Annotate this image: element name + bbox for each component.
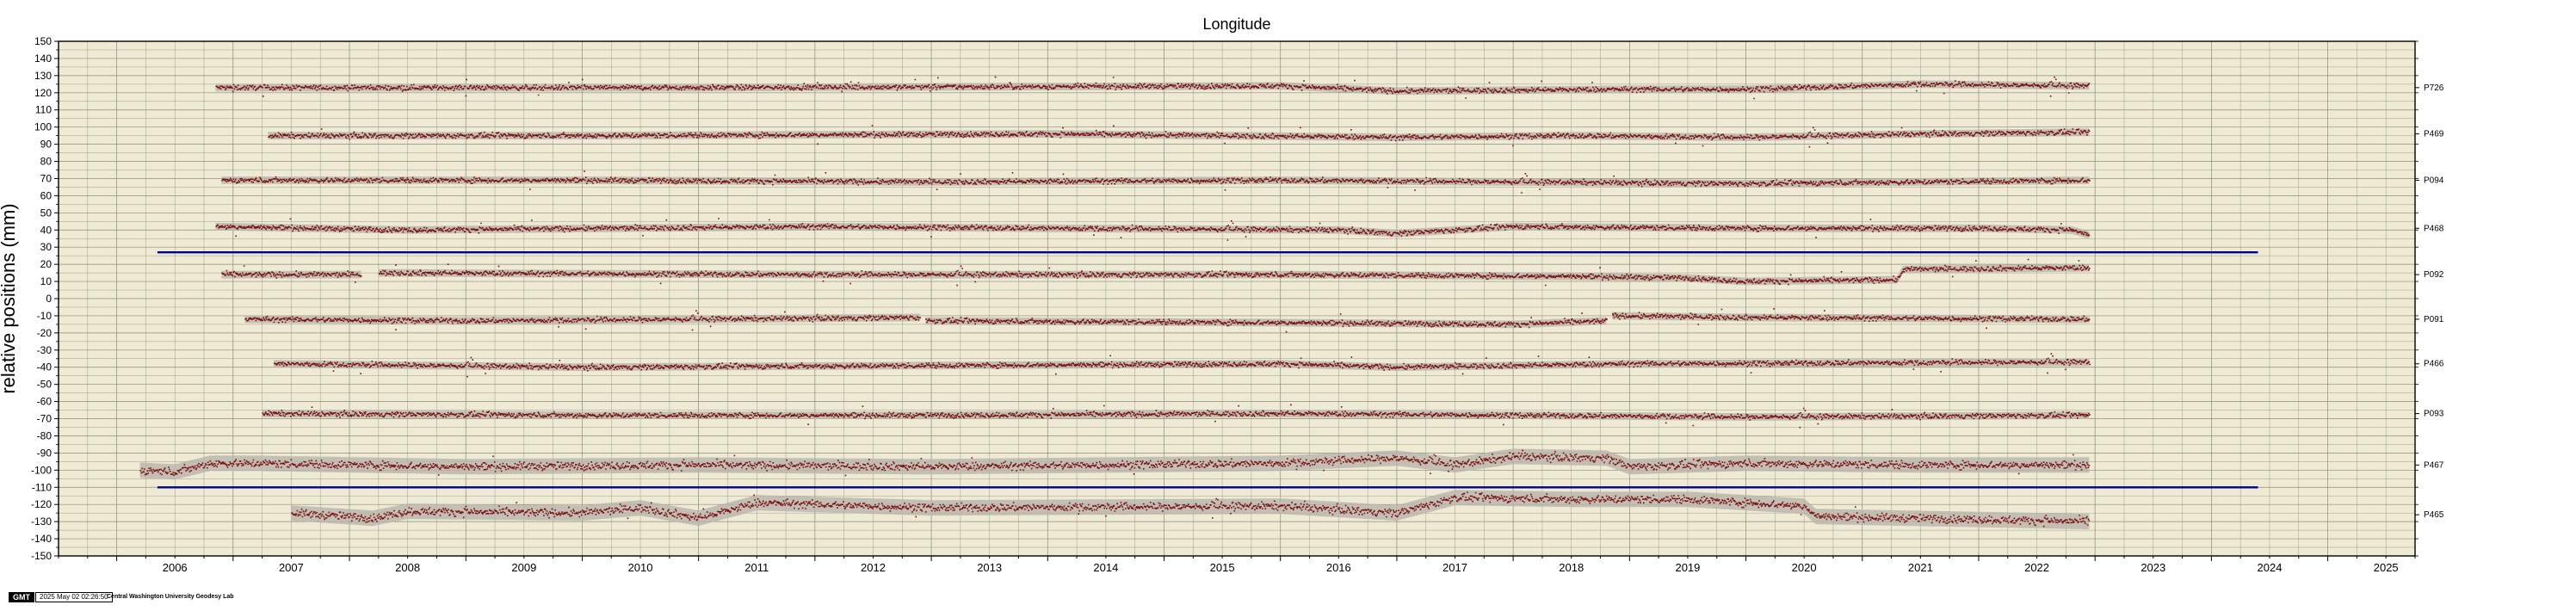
- station-label: P466: [2424, 360, 2444, 369]
- station-label: P469: [2424, 130, 2444, 139]
- x-tick-label: 2023: [2140, 561, 2165, 574]
- chart-title: Longitude: [1202, 15, 1270, 33]
- y-tick-label: 100: [34, 121, 52, 133]
- y-tick-label: -10: [37, 310, 53, 322]
- y-tick-label: 130: [34, 70, 52, 82]
- y-tick-label: -80: [37, 429, 53, 441]
- gmt-logo: GMT: [9, 592, 34, 602]
- x-tick-label: 2025: [2374, 561, 2399, 574]
- y-tick-label: 50: [40, 207, 53, 219]
- y-tick-label: -30: [37, 344, 53, 356]
- x-tick-label: 2022: [2024, 561, 2049, 574]
- x-tick-label: 2024: [2258, 561, 2283, 574]
- x-tick-label: 2020: [1792, 561, 1817, 574]
- grid-lines: [58, 40, 2416, 557]
- station-label: P092: [2424, 270, 2444, 280]
- y-tick-label: 30: [40, 241, 53, 253]
- x-tick-label: 2012: [861, 561, 886, 574]
- y-tick-label: 120: [34, 87, 52, 99]
- y-tick-label: 140: [34, 52, 52, 65]
- chart-root: P726 P469 P094 P468 P092 P091 P466 P093 P467 P465…: [0, 0, 2576, 607]
- station-label: P465: [2424, 510, 2444, 520]
- y-tick-label: -110: [32, 481, 52, 493]
- y-tick-label: -60: [37, 396, 53, 408]
- x-tick-label: 2015: [1210, 561, 1235, 574]
- station-label: P091: [2424, 315, 2444, 324]
- x-tick-label: 2021: [1908, 561, 1933, 574]
- station-label: P468: [2424, 224, 2444, 233]
- x-tick-label: 2018: [1559, 561, 1584, 574]
- x-axis: 2006 2007 2008 2009 2010 2011 2012 2013 2014 2015…: [58, 556, 2416, 574]
- y-tick-label: 70: [40, 172, 53, 184]
- y-axis-label: relative positions (mm): [0, 203, 19, 393]
- y-tick-label: -70: [37, 413, 53, 425]
- x-tick-label: 2017: [1442, 561, 1467, 574]
- y-tick-label: 150: [34, 35, 52, 47]
- timestamp-stamp: 2025 May 02 02:26:50: [35, 592, 113, 602]
- y-tick-label: -90: [37, 447, 53, 459]
- station-label: P726: [2424, 83, 2444, 93]
- x-tick-label: 2011: [744, 561, 769, 574]
- y-tick-label: 20: [40, 258, 53, 270]
- x-tick-label: 2008: [395, 561, 420, 574]
- x-tick-label: 2010: [628, 561, 653, 574]
- y-tick-label: -50: [37, 379, 53, 391]
- station-label: P094: [2424, 176, 2444, 185]
- y-tick-label: 40: [40, 224, 53, 236]
- y-tick-label: 80: [40, 156, 53, 168]
- y-tick-label: -150: [31, 550, 52, 562]
- x-tick-label: 2009: [511, 561, 536, 574]
- x-tick-label: 2007: [279, 561, 304, 574]
- y-tick-label: -40: [37, 361, 53, 373]
- x-tick-label: 2016: [1326, 561, 1351, 574]
- y-tick-label: 90: [40, 139, 53, 151]
- x-tick-label: 2014: [1093, 561, 1118, 574]
- longitude-chart: P726 P469 P094 P468 P092 P091 P466 P093 P467 P465…: [0, 15, 2444, 574]
- station-label: P467: [2424, 460, 2444, 470]
- y-tick-label: -140: [31, 533, 52, 545]
- y-tick-label: -100: [31, 464, 52, 476]
- x-tick-label: 2013: [977, 561, 1002, 574]
- lab-name: Central Washington University Geodesy La…: [107, 594, 234, 600]
- x-tick-label: 2006: [163, 561, 188, 574]
- station-label: P093: [2424, 410, 2444, 419]
- y-tick-label: -120: [31, 498, 52, 510]
- y-tick-label: 0: [46, 293, 52, 305]
- y-tick-label: -130: [31, 515, 52, 528]
- x-tick-label: 2019: [1675, 561, 1700, 574]
- y-tick-label: 10: [40, 275, 53, 287]
- y-tick-label: -20: [37, 327, 53, 339]
- y-tick-label: 60: [40, 189, 53, 201]
- y-tick-label: 110: [35, 104, 52, 116]
